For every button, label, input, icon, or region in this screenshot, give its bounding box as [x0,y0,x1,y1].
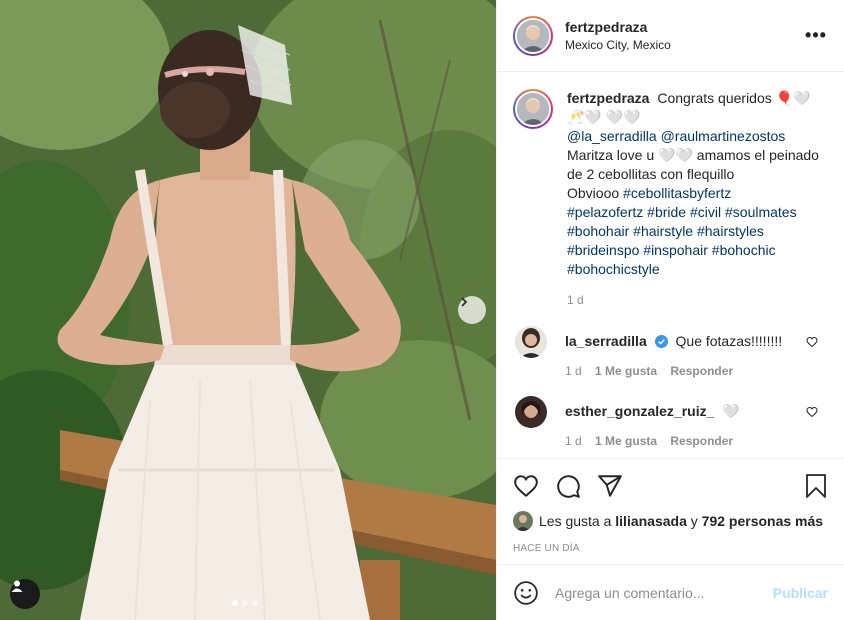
hashtag-link[interactable]: #inspohair [643,242,708,258]
hashtag-link[interactable]: #brideinspo [567,242,639,258]
share-button[interactable] [597,473,623,499]
post-time[interactable]: HACE UN DÍA [513,543,828,554]
likes-summary: Les gusta a lilianasada y 792 personas m… [513,511,828,531]
share-icon [598,475,622,497]
more-options-icon: ••• [805,25,827,45]
chevron-right-icon [461,297,468,307]
comments-list[interactable]: fertzpedraza Congrats queridos 🎈🤍 🥂🤍 🤍🤍 … [497,73,844,457]
post-location[interactable]: Mexico City, Mexico [565,38,804,52]
hashtag-link[interactable]: #soulmates [725,204,797,220]
heart-icon [514,475,538,498]
emoji-button[interactable] [513,580,539,606]
post-actions: Les gusta a lilianasada y 792 personas m… [497,458,844,554]
avatar[interactable] [513,15,553,56]
heart-icon[interactable] [806,336,818,348]
publish-button[interactable]: Publicar [773,585,828,601]
comment-time[interactable]: 1 d [565,364,582,378]
verified-badge-icon [654,335,668,348]
carousel-dot [252,600,258,606]
post-header: fertzpedraza Mexico City, Mexico ••• [497,0,844,72]
liker-avatar[interactable] [513,511,533,531]
avatar-image [517,93,549,125]
save-button[interactable] [804,473,828,499]
avatar-image [517,19,549,52]
comment-button[interactable] [555,473,581,499]
reply-button[interactable]: Responder [670,364,733,378]
user-tag-icon [11,580,23,592]
carousel-dot [232,600,238,606]
caption-username[interactable]: fertzpedraza [567,90,649,106]
comment-item: esther_gonzalez_ruiz_ 🤍 1 d 1 Me gusta R… [513,396,828,450]
mention-link[interactable]: @la_serradilla [567,128,657,144]
hashtag-link[interactable]: #pelazofertz [567,204,643,220]
caption-avatar[interactable] [513,89,553,129]
likes-prefix: Les gusta a [539,513,612,529]
caption: fertzpedraza Congrats queridos 🎈🤍 🥂🤍 🤍🤍 … [513,89,828,310]
comment-text: 🤍 [722,403,740,419]
likes-count[interactable]: 792 personas más [702,513,823,529]
mention-link[interactable]: @raulmartinezostos [661,128,786,144]
heart-icon[interactable] [806,406,818,418]
hashtag-link[interactable]: #hairstyle [633,223,693,239]
post-side-panel: fertzpedraza Mexico City, Mexico ••• fer [496,0,844,620]
comment-avatar[interactable] [515,396,547,428]
avatar-image [515,326,547,358]
photo-illustration [0,0,496,620]
hashtag-link[interactable]: #civil [690,204,721,220]
like-button[interactable] [513,473,539,499]
user-tag-button[interactable] [10,579,40,609]
caption-line: 🥂🤍 🤍🤍 [567,109,641,125]
likes-conjunction: y [690,513,698,529]
bookmark-icon [806,474,826,498]
hashtag-link[interactable]: #bride [647,204,686,220]
next-slide-button[interactable] [458,296,486,324]
more-options-button[interactable]: ••• [804,24,828,48]
caption-line: Maritza love u 🤍🤍 amamos el peinado de 2… [567,147,819,182]
comment-icon [557,475,580,498]
liker-username[interactable]: lilianasada [615,513,687,529]
hashtag-link[interactable]: #bohochicstyle [567,261,660,277]
comment-username[interactable]: la_serradilla [565,333,647,349]
caption-line: Congrats queridos 🎈🤍 [657,90,811,106]
hashtag-link[interactable]: #cebollitasbyfertz [623,185,731,201]
comment-likes[interactable]: 1 Me gusta [595,434,657,448]
comment-text: Que fotazas!!!!!!!! [675,333,783,349]
caption-line: Obviooo [567,185,620,201]
comment-username[interactable]: esther_gonzalez_ruiz_ [565,403,714,419]
post-author-username[interactable]: fertzpedraza [565,19,804,35]
hashtag-link[interactable]: #hairstyles [697,223,764,239]
caption-text: fertzpedraza Congrats queridos 🎈🤍 🥂🤍 🤍🤍 … [567,89,819,310]
comment-likes[interactable]: 1 Me gusta [595,364,657,378]
post-photo[interactable] [0,0,496,620]
avatar-image [515,396,547,428]
hashtag-link[interactable]: #bohohair [567,223,629,239]
comment-avatar[interactable] [515,326,547,358]
add-comment-bar: Publicar [497,564,844,620]
comment-input[interactable] [555,584,773,601]
reply-button[interactable]: Responder [670,434,733,448]
comment-time[interactable]: 1 d [565,434,582,448]
emoji-icon [514,580,538,605]
caption-timestamp[interactable]: 1 d [567,291,819,310]
carousel-dot [242,600,248,606]
carousel-indicator [232,600,258,606]
avatar-image [513,511,533,531]
hashtag-link[interactable]: #bohochic [712,242,776,258]
comment-item: la_serradilla Que fotazas!!!!!!!! 1 d 1 … [513,326,828,380]
